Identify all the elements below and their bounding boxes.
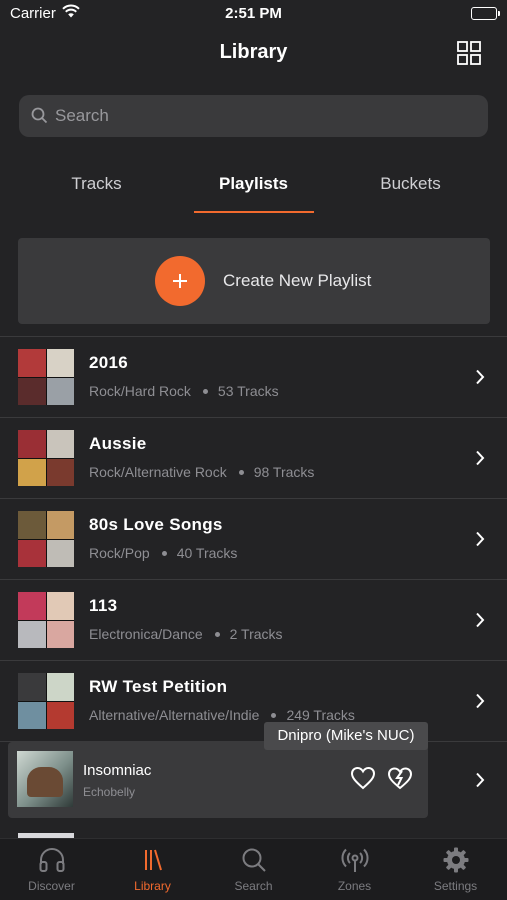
- playlist-title: 80s Love Songs: [89, 515, 223, 534]
- playlist-track-count: 249 Tracks: [286, 707, 355, 723]
- tab-label: Settings: [433, 879, 478, 893]
- search-icon: [242, 848, 266, 872]
- playlist-row[interactable]: 113 Electronica/Dance 2 Tracks: [0, 579, 507, 660]
- search-bar[interactable]: [19, 95, 488, 137]
- tab-zones[interactable]: Zones: [304, 847, 405, 893]
- playlist-title: RW Test Petition: [89, 677, 228, 696]
- tab-label: Library: [134, 879, 171, 893]
- playlist-genre: Electronica/Dance: [89, 626, 203, 642]
- heart-icon[interactable]: [350, 766, 376, 790]
- tab-label: Zones: [337, 879, 372, 893]
- headphones-icon: [39, 848, 64, 872]
- grid-icon[interactable]: [457, 41, 481, 65]
- tab-buckets[interactable]: Buckets: [326, 174, 495, 194]
- tab-label: Discover: [28, 879, 75, 893]
- playlist-genre: Rock/Hard Rock: [89, 383, 191, 399]
- status-bar: Carrier 2:51 PM: [0, 0, 507, 28]
- playlist-row[interactable]: RW Test Petition Alternative/Alternative…: [0, 660, 507, 741]
- playlist-cover: [18, 349, 74, 405]
- playlist-genre: Rock/Alternative Rock: [89, 464, 227, 480]
- track-title: Insomniac: [83, 762, 152, 779]
- tab-discover[interactable]: Discover: [1, 847, 102, 893]
- tab-playlists[interactable]: Playlists: [169, 174, 338, 194]
- playlist-cover: [18, 430, 74, 486]
- tab-settings[interactable]: Settings: [405, 847, 506, 893]
- playlist-meta: Rock/Pop 40 Tracks: [89, 545, 237, 561]
- album-art: [17, 751, 73, 807]
- active-tab-indicator: [194, 211, 314, 213]
- playlist-track-count: 40 Tracks: [176, 545, 238, 561]
- playlist-title: 113: [89, 596, 118, 615]
- playlist-row[interactable]: 80s Love Songs Rock/Pop 40 Tracks: [0, 498, 507, 579]
- playlist-title: Aussie: [89, 434, 147, 453]
- playlist-genre: Rock/Pop: [89, 545, 150, 561]
- status-time: 2:51 PM: [225, 5, 282, 22]
- tab-label: Search: [234, 879, 273, 893]
- playlist-cover: [18, 511, 74, 567]
- playlist-meta: Electronica/Dance 2 Tracks: [89, 626, 283, 642]
- playlist-meta: Rock/Hard Rock 53 Tracks: [89, 383, 279, 399]
- chevron-right-icon: [476, 693, 485, 709]
- playlist-cover: [18, 673, 74, 729]
- playlist-meta: Alternative/Alternative/Indie 249 Tracks: [89, 707, 355, 723]
- playlist-track-count: 2 Tracks: [229, 626, 283, 642]
- chevron-right-icon: [476, 612, 485, 628]
- plus-icon: [155, 256, 205, 306]
- create-playlist-button[interactable]: Create New Playlist: [18, 238, 490, 324]
- zone-label[interactable]: Dnipro (Mike's NUC): [264, 722, 428, 750]
- battery-icon: [471, 7, 500, 20]
- playlist-meta: Rock/Alternative Rock 98 Tracks: [89, 464, 314, 480]
- playlist-row[interactable]: Aussie Rock/Alternative Rock 98 Tracks: [0, 417, 507, 498]
- page-title: Library: [219, 41, 288, 63]
- playlist-track-count: 53 Tracks: [217, 383, 279, 399]
- playlist-title: 2016: [89, 353, 129, 372]
- chevron-right-icon: [476, 369, 485, 385]
- playlist-cover: [18, 592, 74, 648]
- track-artist: Echobelly: [83, 785, 136, 799]
- create-playlist-label: Create New Playlist: [223, 271, 372, 290]
- search-icon: [31, 107, 48, 129]
- playlist-genre: Alternative/Alternative/Indie: [89, 707, 260, 723]
- broadcast-icon: [341, 848, 368, 872]
- tab-search[interactable]: Search: [203, 847, 304, 893]
- search-input[interactable]: [55, 95, 475, 137]
- bottom-tab-bar: Discover Library Search Zones Settings: [0, 838, 507, 900]
- tab-tracks[interactable]: Tracks: [12, 174, 181, 194]
- gear-icon: [443, 847, 468, 873]
- chevron-right-icon: [476, 450, 485, 466]
- segment-tabs: Tracks Playlists Buckets: [0, 158, 507, 214]
- library-icon: [144, 849, 162, 871]
- playlist-row[interactable]: 2016 Rock/Hard Rock 53 Tracks: [0, 336, 507, 417]
- playlist-track-count: 98 Tracks: [253, 464, 315, 480]
- thumbs-down-bolt-icon[interactable]: [386, 765, 414, 791]
- now-playing-bar[interactable]: Insomniac Echobelly: [8, 742, 428, 818]
- chevron-right-icon[interactable]: [475, 772, 485, 788]
- tab-library[interactable]: Library: [102, 847, 203, 893]
- chevron-right-icon: [476, 531, 485, 547]
